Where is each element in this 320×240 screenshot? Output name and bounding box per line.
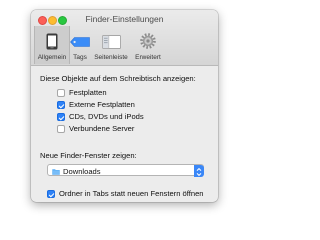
tab-label: Tags (73, 54, 87, 61)
select-stepper[interactable] (193, 164, 204, 177)
title-bar: Finder-Einstellungen Allgemein Tags Seit… (31, 10, 218, 66)
finder-settings-window: Finder-Einstellungen Allgemein Tags Seit… (31, 10, 218, 202)
new-window-location-select[interactable]: Downloads (47, 164, 204, 177)
checkbox-label: Ordner in Tabs statt neuen Fenstern öffn… (59, 189, 204, 198)
phone-device-icon (46, 33, 58, 50)
cds-dvds-ipods-checkbox[interactable] (57, 113, 65, 121)
new-window-heading: Neue Finder-Fenster zeigen: (40, 151, 137, 160)
chevron-up-down-icon (196, 167, 201, 176)
open-folders-in-tabs-checkbox[interactable] (47, 190, 55, 198)
tab-seitenleiste[interactable]: Seitenleiste (91, 26, 131, 64)
sidebar-icon (102, 35, 121, 49)
checkbox-label: Verbundene Server (69, 124, 135, 133)
window-title: Finder-Einstellungen (85, 14, 164, 24)
checkbox-label: CDs, DVDs und iPods (69, 112, 144, 121)
tab-label: Erweitert (135, 54, 161, 61)
selected-folder-label: Downloads (63, 166, 101, 176)
gear-icon (140, 33, 156, 49)
general-settings-pane: Diese Objekte auf dem Schreibtisch anzei… (31, 66, 218, 202)
tag-icon (70, 37, 90, 47)
tab-label: Allgemein (37, 54, 67, 61)
checkbox-label: Externe Festplatten (69, 100, 135, 109)
tab-tags[interactable]: Tags (69, 26, 91, 64)
tab-allgemein[interactable]: Allgemein (34, 26, 70, 64)
tab-label: Seitenleiste (94, 54, 128, 61)
verbundene-server-checkbox[interactable] (57, 125, 65, 133)
externe-festplatten-checkbox[interactable] (57, 101, 65, 109)
checkbox-label: Festplatten (69, 88, 107, 97)
tab-erweitert[interactable]: Erweitert (132, 26, 164, 64)
desktop-items-heading: Diese Objekte auf dem Schreibtisch anzei… (40, 74, 196, 83)
folder-icon (52, 168, 60, 175)
festplatten-checkbox[interactable] (57, 89, 65, 97)
